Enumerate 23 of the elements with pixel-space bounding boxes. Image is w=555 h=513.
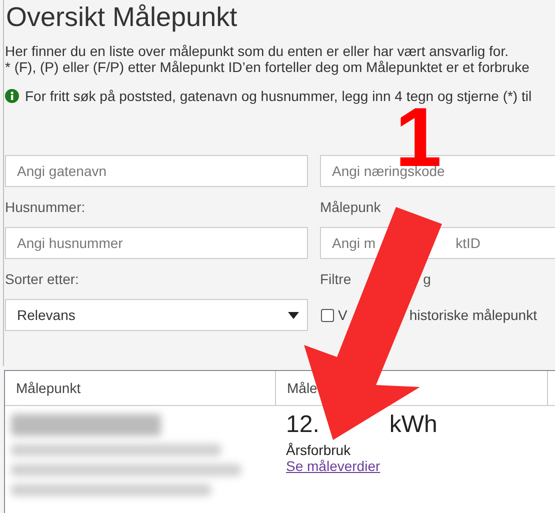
info-text: For fritt søk på poststed, gatenavn og husnummer, legg inn 4 tegn og stjerne (*) til	[25, 88, 532, 104]
intro-text: Her finner du en liste over målepunkt som du enten er eller har vært ansvarlig for.	[5, 43, 510, 59]
field-label: g	[423, 271, 431, 289]
input-field[interactable]: Angi husnummer	[5, 227, 308, 259]
info-icon	[5, 89, 19, 103]
page-title: Oversikt Målepunkt	[5, 1, 238, 34]
checkbox-label: historiske målepunkt	[409, 307, 537, 323]
field-label: Målepunk	[320, 199, 381, 217]
column-header: Måle	[287, 380, 318, 396]
intro-text: * (F), (P) eller (F/P) etter Målepunkt ID’en forteller deg om Målepunktet er et forbruke	[5, 59, 530, 75]
checkbox-label: V	[338, 307, 348, 323]
field-label: Sorter etter:	[5, 271, 79, 289]
column-header: Målepunkt	[16, 380, 81, 396]
checkbox[interactable]	[321, 308, 334, 322]
field-label: Filtre	[320, 271, 352, 289]
input-field[interactable]: Angi gatenavn	[5, 155, 308, 187]
consumption-value: kWh	[389, 410, 438, 440]
consumption-caption: Årsforbruk	[286, 442, 352, 458]
sort-select[interactable]: Relevans	[5, 299, 308, 331]
consumption-value: 12.	[286, 410, 320, 440]
caret-icon	[288, 312, 299, 318]
field-label: Husnummer:	[5, 199, 86, 217]
meter-values-link[interactable]: Se måleverdier	[286, 458, 380, 474]
